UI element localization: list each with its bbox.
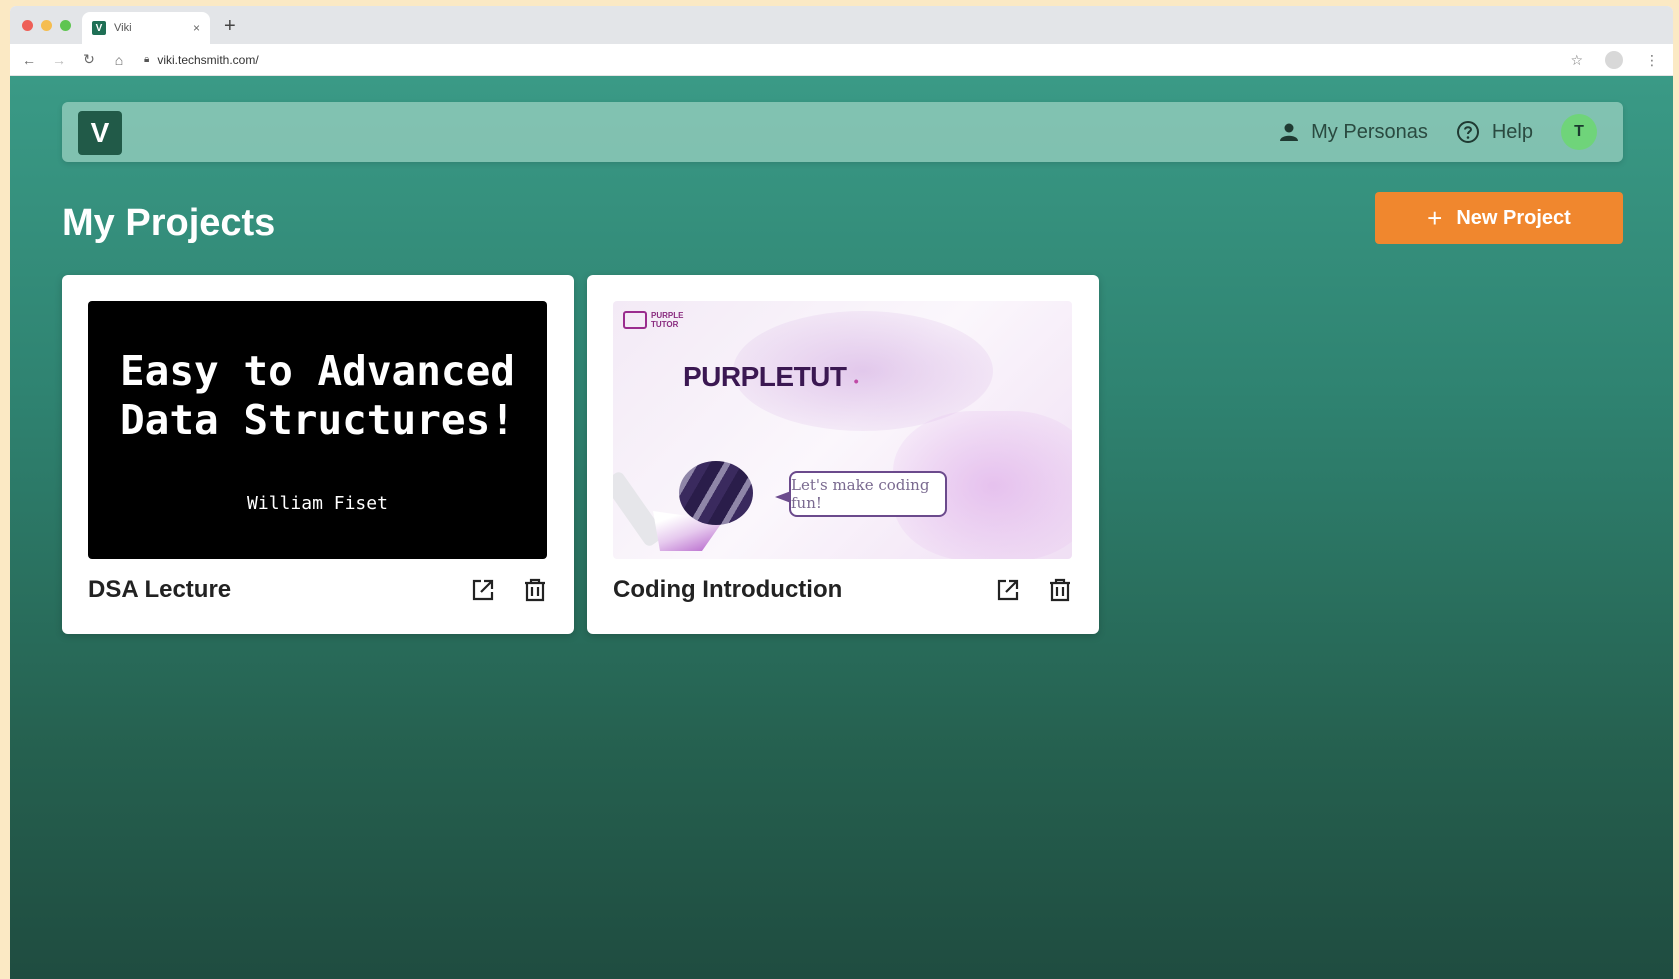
app-logo[interactable]: V: [78, 111, 122, 155]
app-header: V My Personas Help T: [62, 102, 1623, 162]
close-tab-icon[interactable]: ×: [193, 21, 200, 35]
trash-icon[interactable]: [522, 577, 548, 603]
thumbnail-brand: PURPLETUT •: [683, 361, 859, 393]
project-thumbnail[interactable]: PURPLE TUTOR PURPLETUT • Let's make codi…: [613, 301, 1072, 559]
logo-text: PURPLE TUTOR: [651, 311, 684, 329]
menu-kebab-icon[interactable]: ⋮: [1645, 52, 1659, 69]
tab-title: Viki: [114, 22, 132, 34]
browser-window: V Viki × + ← → ↻ ⌂ 🔒︎ viki.techsmith.com…: [10, 6, 1673, 979]
project-thumbnail[interactable]: Easy to Advanced Data Structures! Willia…: [88, 301, 547, 559]
project-name: Coding Introduction: [613, 576, 843, 603]
bookmark-star-icon[interactable]: ☆: [1570, 52, 1583, 69]
new-project-button[interactable]: + New Project: [1375, 192, 1623, 244]
brand-dot-icon: •: [853, 373, 859, 389]
projects-grid: Easy to Advanced Data Structures! Willia…: [62, 275, 1099, 634]
trash-icon[interactable]: [1047, 577, 1073, 603]
card-footer: DSA Lecture: [88, 573, 548, 607]
new-project-label: New Project: [1456, 206, 1571, 229]
reload-icon[interactable]: ↻: [82, 51, 96, 68]
close-window-button[interactable]: [22, 20, 33, 31]
my-personas-label: My Personas: [1311, 120, 1428, 143]
minimize-window-button[interactable]: [41, 20, 52, 31]
user-avatar[interactable]: T: [1561, 114, 1597, 150]
project-card[interactable]: Easy to Advanced Data Structures! Willia…: [62, 275, 574, 634]
help-label: Help: [1491, 120, 1533, 143]
planet-illustration: [679, 461, 753, 525]
card-actions: [470, 577, 548, 603]
brand-text: PURPLETUT: [683, 361, 847, 392]
app-content: V My Personas Help T My Projects + New P…: [10, 76, 1673, 979]
browser-tab[interactable]: V Viki ×: [82, 12, 210, 44]
speech-bubble-icon: [623, 311, 647, 329]
thumbnail-author: William Fiset: [247, 493, 388, 514]
home-icon[interactable]: ⌂: [112, 52, 126, 68]
help-link[interactable]: Help: [1456, 120, 1533, 144]
help-circle-icon: [1456, 120, 1480, 144]
person-icon: [1279, 122, 1299, 142]
speech-bubble: Let's make coding fun!: [789, 471, 947, 517]
open-external-icon[interactable]: [470, 577, 496, 603]
address-bar: ← → ↻ ⌂ 🔒︎ viki.techsmith.com/ ☆ ⋮: [10, 44, 1673, 76]
back-icon[interactable]: ←: [22, 52, 36, 68]
purpletutor-logo: PURPLE TUTOR: [623, 311, 683, 329]
new-tab-button[interactable]: +: [224, 15, 236, 38]
open-external-icon[interactable]: [995, 577, 1021, 603]
profile-icon[interactable]: [1605, 51, 1623, 69]
project-name: DSA Lecture: [88, 576, 232, 603]
forward-icon[interactable]: →: [52, 52, 66, 68]
maximize-window-button[interactable]: [60, 20, 71, 31]
favicon-icon: V: [92, 21, 106, 35]
card-footer: Coding Introduction: [613, 573, 1073, 607]
tab-bar: V Viki × +: [10, 6, 1673, 44]
card-actions: [995, 577, 1073, 603]
header-nav: My Personas Help T: [1279, 102, 1597, 162]
plus-icon: +: [1427, 203, 1443, 233]
my-personas-link[interactable]: My Personas: [1279, 121, 1428, 144]
lock-icon: 🔒︎: [144, 54, 150, 65]
page-title: My Projects: [62, 202, 276, 244]
thumbnail-title: Easy to Advanced Data Structures!: [120, 347, 515, 444]
project-card[interactable]: PURPLE TUTOR PURPLETUT • Let's make codi…: [587, 275, 1099, 634]
url-field[interactable]: 🔒︎ viki.techsmith.com/: [144, 53, 259, 67]
window-controls: [22, 20, 71, 31]
url-text: viki.techsmith.com/: [157, 52, 259, 67]
address-bar-actions: ☆ ⋮: [1570, 51, 1659, 69]
